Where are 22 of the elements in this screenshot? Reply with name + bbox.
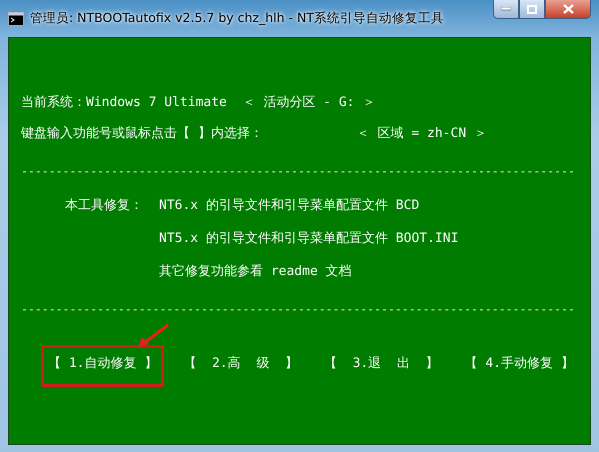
menu-option[interactable]: 【 4.手动修复 】: [458, 345, 581, 387]
repair-line: NT5.x 的引导文件和引导菜单配置文件 BOOT.INI: [159, 230, 458, 248]
window-title: 管理员: NTBOOTautofix v2.5.7 by chz_hlh - NT系统引导自动修复工具: [30, 10, 444, 27]
prompt-text: 键盘输入功能号或鼠标点击【 】内选择：: [21, 125, 263, 143]
repair-line: 其它修复功能参看 readme 文档: [159, 263, 353, 281]
region-info: ＜ 区域 = zh-CN ＞: [356, 125, 487, 143]
menu-option[interactable]: 【 1.自动修复 】: [41, 345, 164, 387]
repair-line: NT6.x 的引导文件和引导菜单配置文件 BCD: [159, 197, 420, 215]
system-info: 当前系统：Windows 7 Ultimate ＜ 活动分区 - G: ＞: [21, 94, 376, 112]
minimize-button[interactable]: [493, 0, 519, 19]
close-icon: [562, 4, 574, 14]
pointer-arrow: [136, 323, 170, 349]
dashed-divider: --------------------------------------------------------------------------------: [21, 303, 576, 315]
minimize-icon: [501, 7, 511, 11]
close-button[interactable]: [545, 0, 591, 19]
menu-option[interactable]: 【 2.高 级 】: [176, 345, 305, 387]
maximize-icon: [527, 4, 537, 14]
menu-option[interactable]: 【 3.退 出 】: [316, 345, 446, 387]
maximize-button[interactable]: [519, 0, 545, 19]
repair-label: 本工具修复：: [65, 197, 143, 215]
console-icon: [8, 12, 24, 26]
dashed-divider: --------------------------------------------------------------------------------: [21, 165, 576, 177]
